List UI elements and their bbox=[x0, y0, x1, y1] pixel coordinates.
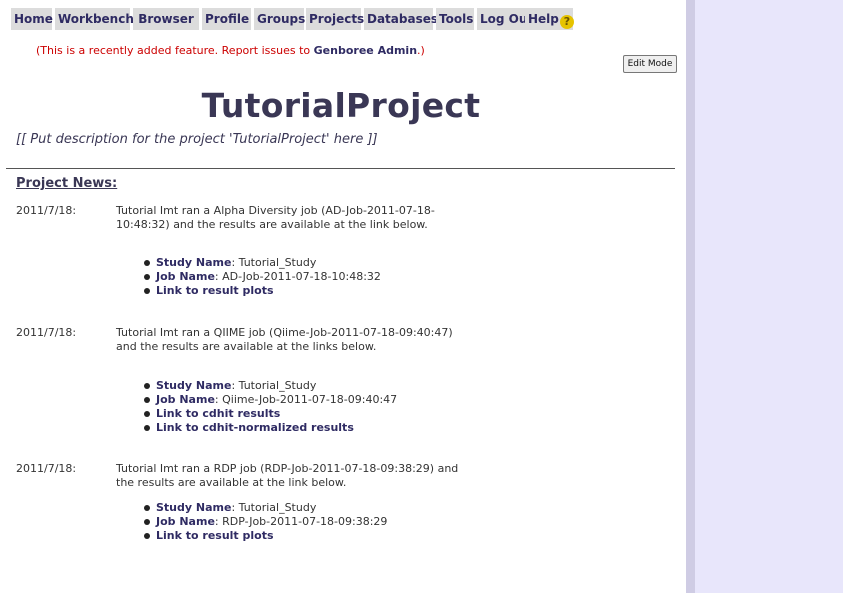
feature-notice: (This is a recently added feature. Repor… bbox=[36, 44, 425, 57]
news-text: Tutorial Imt ran a RDP job (RDP-Job-2011… bbox=[116, 462, 459, 489]
job-name-item: Job Name: RDP-Job-2011-07-18-09:38:29 bbox=[140, 515, 387, 529]
result-link-item: Link to result plots bbox=[140, 284, 381, 298]
result-plots-link[interactable]: Link to result plots bbox=[156, 284, 274, 297]
nav-browser[interactable]: Browser bbox=[133, 8, 199, 30]
study-name-value: Tutorial_Study bbox=[238, 501, 317, 514]
result-link-item: Link to cdhit results bbox=[140, 407, 397, 421]
cdhit-normalized-results-link[interactable]: Link to cdhit-normalized results bbox=[156, 421, 354, 434]
job-name-item: Job Name: AD-Job-2011-07-18-10:48:32 bbox=[140, 270, 381, 284]
page-title: TutorialProject bbox=[201, 86, 481, 125]
page-edge-column bbox=[686, 0, 695, 593]
study-name-item: Study Name: Tutorial_Study bbox=[140, 501, 387, 515]
news-date: 2011/7/18: bbox=[16, 204, 77, 217]
nav-tools[interactable]: Tools bbox=[436, 8, 474, 30]
genboree-admin-link[interactable]: Genboree Admin bbox=[314, 44, 417, 57]
study-name-label: Study Name bbox=[156, 256, 232, 269]
project-description: [[ Put description for the project 'Tuto… bbox=[16, 132, 378, 147]
cdhit-results-link[interactable]: Link to cdhit results bbox=[156, 407, 280, 420]
nav-groups[interactable]: Groups bbox=[254, 8, 305, 30]
result-plots-link[interactable]: Link to result plots bbox=[156, 529, 274, 542]
result-link-item: Link to result plots bbox=[140, 529, 387, 543]
nav-home[interactable]: Home bbox=[11, 8, 53, 30]
news-date: 2011/7/18: bbox=[16, 462, 77, 475]
news-text: Tutorial Imt ran a QIIME job (Qiime-Job-… bbox=[116, 326, 453, 353]
study-name-value: Tutorial_Study bbox=[238, 379, 317, 392]
news-details: Study Name: Tutorial_Study Job Name: AD-… bbox=[140, 256, 381, 298]
study-name-value: Tutorial_Study bbox=[238, 256, 317, 269]
job-name-label: Job Name bbox=[156, 393, 215, 406]
job-name-item: Job Name: Qiime-Job-2011-07-18-09:40:47 bbox=[140, 393, 397, 407]
news-date: 2011/7/18: bbox=[16, 326, 77, 339]
nav-databases[interactable]: Databases bbox=[364, 8, 438, 30]
news-details: Study Name: Tutorial_Study Job Name: RDP… bbox=[140, 501, 387, 543]
notice-prefix: (This is a recently added feature. Repor… bbox=[36, 44, 314, 57]
nav-profile[interactable]: Profile bbox=[202, 8, 251, 30]
nav-workbench[interactable]: Workbench bbox=[55, 8, 134, 30]
job-name-value: RDP-Job-2011-07-18-09:38:29 bbox=[222, 515, 388, 528]
divider bbox=[6, 168, 675, 169]
project-news-heading: Project News: bbox=[16, 176, 118, 191]
notice-suffix: .) bbox=[417, 44, 425, 57]
edit-mode-button[interactable]: Edit Mode bbox=[623, 55, 677, 73]
main-content: Home Workbench Browser Profile Groups Pr… bbox=[0, 0, 686, 593]
nav-projects[interactable]: Projects bbox=[306, 8, 364, 30]
study-name-label: Study Name bbox=[156, 501, 232, 514]
study-name-item: Study Name: Tutorial_Study bbox=[140, 379, 397, 393]
nav-help[interactable]: Help? bbox=[525, 8, 574, 30]
news-text: Tutorial Imt ran a Alpha Diversity job (… bbox=[116, 204, 435, 231]
news-details: Study Name: Tutorial_Study Job Name: Qii… bbox=[140, 379, 397, 435]
job-name-label: Job Name bbox=[156, 270, 215, 283]
job-name-value: Qiime-Job-2011-07-18-09:40:47 bbox=[222, 393, 398, 406]
help-question-icon: ? bbox=[559, 15, 574, 29]
nav-help-label: Help bbox=[528, 12, 559, 26]
job-name-value: AD-Job-2011-07-18-10:48:32 bbox=[222, 270, 381, 283]
result-link-item: Link to cdhit-normalized results bbox=[140, 421, 397, 435]
study-name-item: Study Name: Tutorial_Study bbox=[140, 256, 381, 270]
job-name-label: Job Name bbox=[156, 515, 215, 528]
study-name-label: Study Name bbox=[156, 379, 232, 392]
